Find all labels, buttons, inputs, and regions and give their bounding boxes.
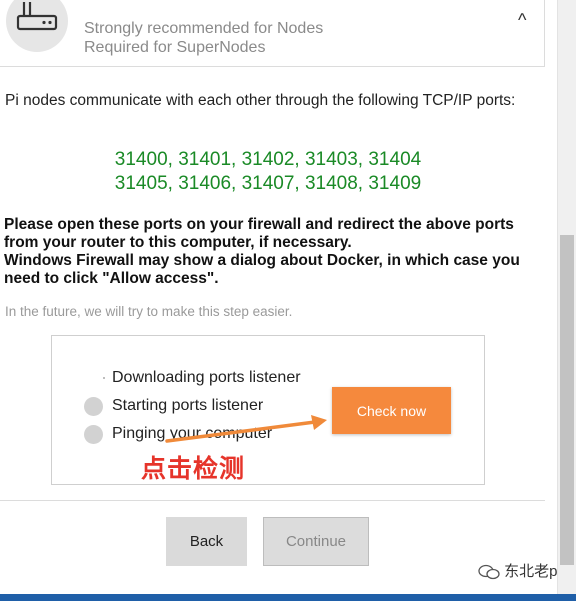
annotation-arrow-icon bbox=[165, 415, 327, 443]
step-pending-icon bbox=[84, 425, 103, 444]
router-icon bbox=[6, 0, 68, 52]
step-label: Downloading ports listener bbox=[112, 369, 301, 386]
instruction-line-1: Please open these ports on your firewall… bbox=[4, 216, 514, 251]
taskbar-edge bbox=[0, 594, 576, 601]
ports-row-2: 31405, 31406, 31407, 31408, 31409 bbox=[114, 173, 422, 194]
vertical-scrollbar[interactable] bbox=[557, 0, 576, 601]
step-progress-icon bbox=[103, 377, 105, 379]
scrollbar-thumb[interactable] bbox=[560, 235, 574, 565]
watermark-text: 东北老p bbox=[504, 563, 558, 580]
wechat-icon bbox=[478, 564, 500, 580]
collapse-caret-icon[interactable]: ^ bbox=[518, 10, 526, 31]
header-recommended-text: Strongly recommended for Nodes bbox=[84, 20, 324, 37]
ports-row-1: 31400, 31401, 31402, 31403, 31404 bbox=[114, 149, 422, 170]
continue-button[interactable]: Continue bbox=[263, 517, 369, 566]
app-window: Strongly recommended for Nodes Required … bbox=[0, 0, 557, 601]
step-pending-icon bbox=[84, 397, 103, 416]
ports-intro-text: Pi nodes communicate with each other thr… bbox=[5, 92, 516, 109]
watermark: 东北老p bbox=[478, 560, 558, 581]
firewall-instruction: Please open these ports on your firewall… bbox=[4, 216, 544, 288]
ports-list: 31400, 31401, 31402, 31403, 31404 31405,… bbox=[0, 148, 536, 196]
port-check-panel: Downloading ports listener Starting port… bbox=[51, 335, 485, 485]
future-note: In the future, we will try to make this … bbox=[5, 304, 293, 319]
instruction-line-2: Windows Firewall may show a dialog about… bbox=[4, 252, 520, 287]
back-button[interactable]: Back bbox=[166, 517, 247, 566]
check-now-button[interactable]: Check now bbox=[332, 387, 451, 434]
annotation-label: 点击检测 bbox=[141, 454, 246, 483]
requirement-card-header[interactable]: Strongly recommended for Nodes Required … bbox=[0, 0, 545, 67]
footer-divider bbox=[0, 500, 545, 501]
header-required-text: Required for SuperNodes bbox=[84, 39, 266, 56]
